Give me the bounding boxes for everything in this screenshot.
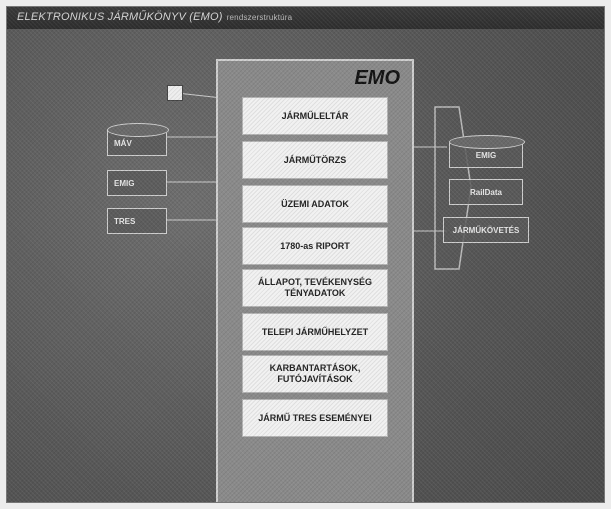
module-tres-esemenyei: JÁRMŰ TRES ESEMÉNYEI xyxy=(242,399,388,437)
module-uzemi-adatok: ÜZEMI ADATOK xyxy=(242,185,388,223)
output-store-raildata: RailData xyxy=(449,179,523,205)
input-store-emig: EMIG xyxy=(107,170,167,196)
input-cylinder-top xyxy=(107,123,169,137)
output-store-label: RailData xyxy=(469,187,502,197)
input-store-tres: TRES xyxy=(107,208,167,234)
module-telepi-jarmuhelyzet: TELEPI JÁRMŰHELYZET xyxy=(242,313,388,351)
output-store-label: EMIG xyxy=(475,150,497,160)
module-jarmutorzs: JÁRMŰTÖRZS xyxy=(242,141,388,179)
module-jarmuleltar: JÁRMŰLELTÁR xyxy=(242,97,388,135)
emo-panel: EMO JÁRMŰLELTÁR JÁRMŰTÖRZS ÜZEMI ADATOK … xyxy=(216,59,414,502)
output-cylinder-top xyxy=(449,135,525,149)
module-allapot-tenyadatok: ÁLLAPOT, TEVÉKENYSÉG TÉNYADATOK xyxy=(242,269,388,307)
module-karbantartasok: KARBANTARTÁSOK, FUTÓJAVÍTÁSOK xyxy=(242,355,388,393)
terminal-icon xyxy=(167,85,183,101)
input-store-label: TRES xyxy=(114,216,136,226)
emo-label: EMO xyxy=(354,67,400,89)
output-store-label: JÁRMŰKÖVETÉS xyxy=(452,225,520,235)
module-1780-riport: 1780-as RIPORT xyxy=(242,227,388,265)
output-store-jarmukovetes: JÁRMŰKÖVETÉS xyxy=(443,217,529,243)
diagram-canvas: ELEKTRONIKUS JÁRMŰKÖNYV (EMO) rendszerstr… xyxy=(6,6,605,503)
input-store-label: MÁV xyxy=(114,138,132,148)
input-store-label: EMIG xyxy=(114,178,135,188)
